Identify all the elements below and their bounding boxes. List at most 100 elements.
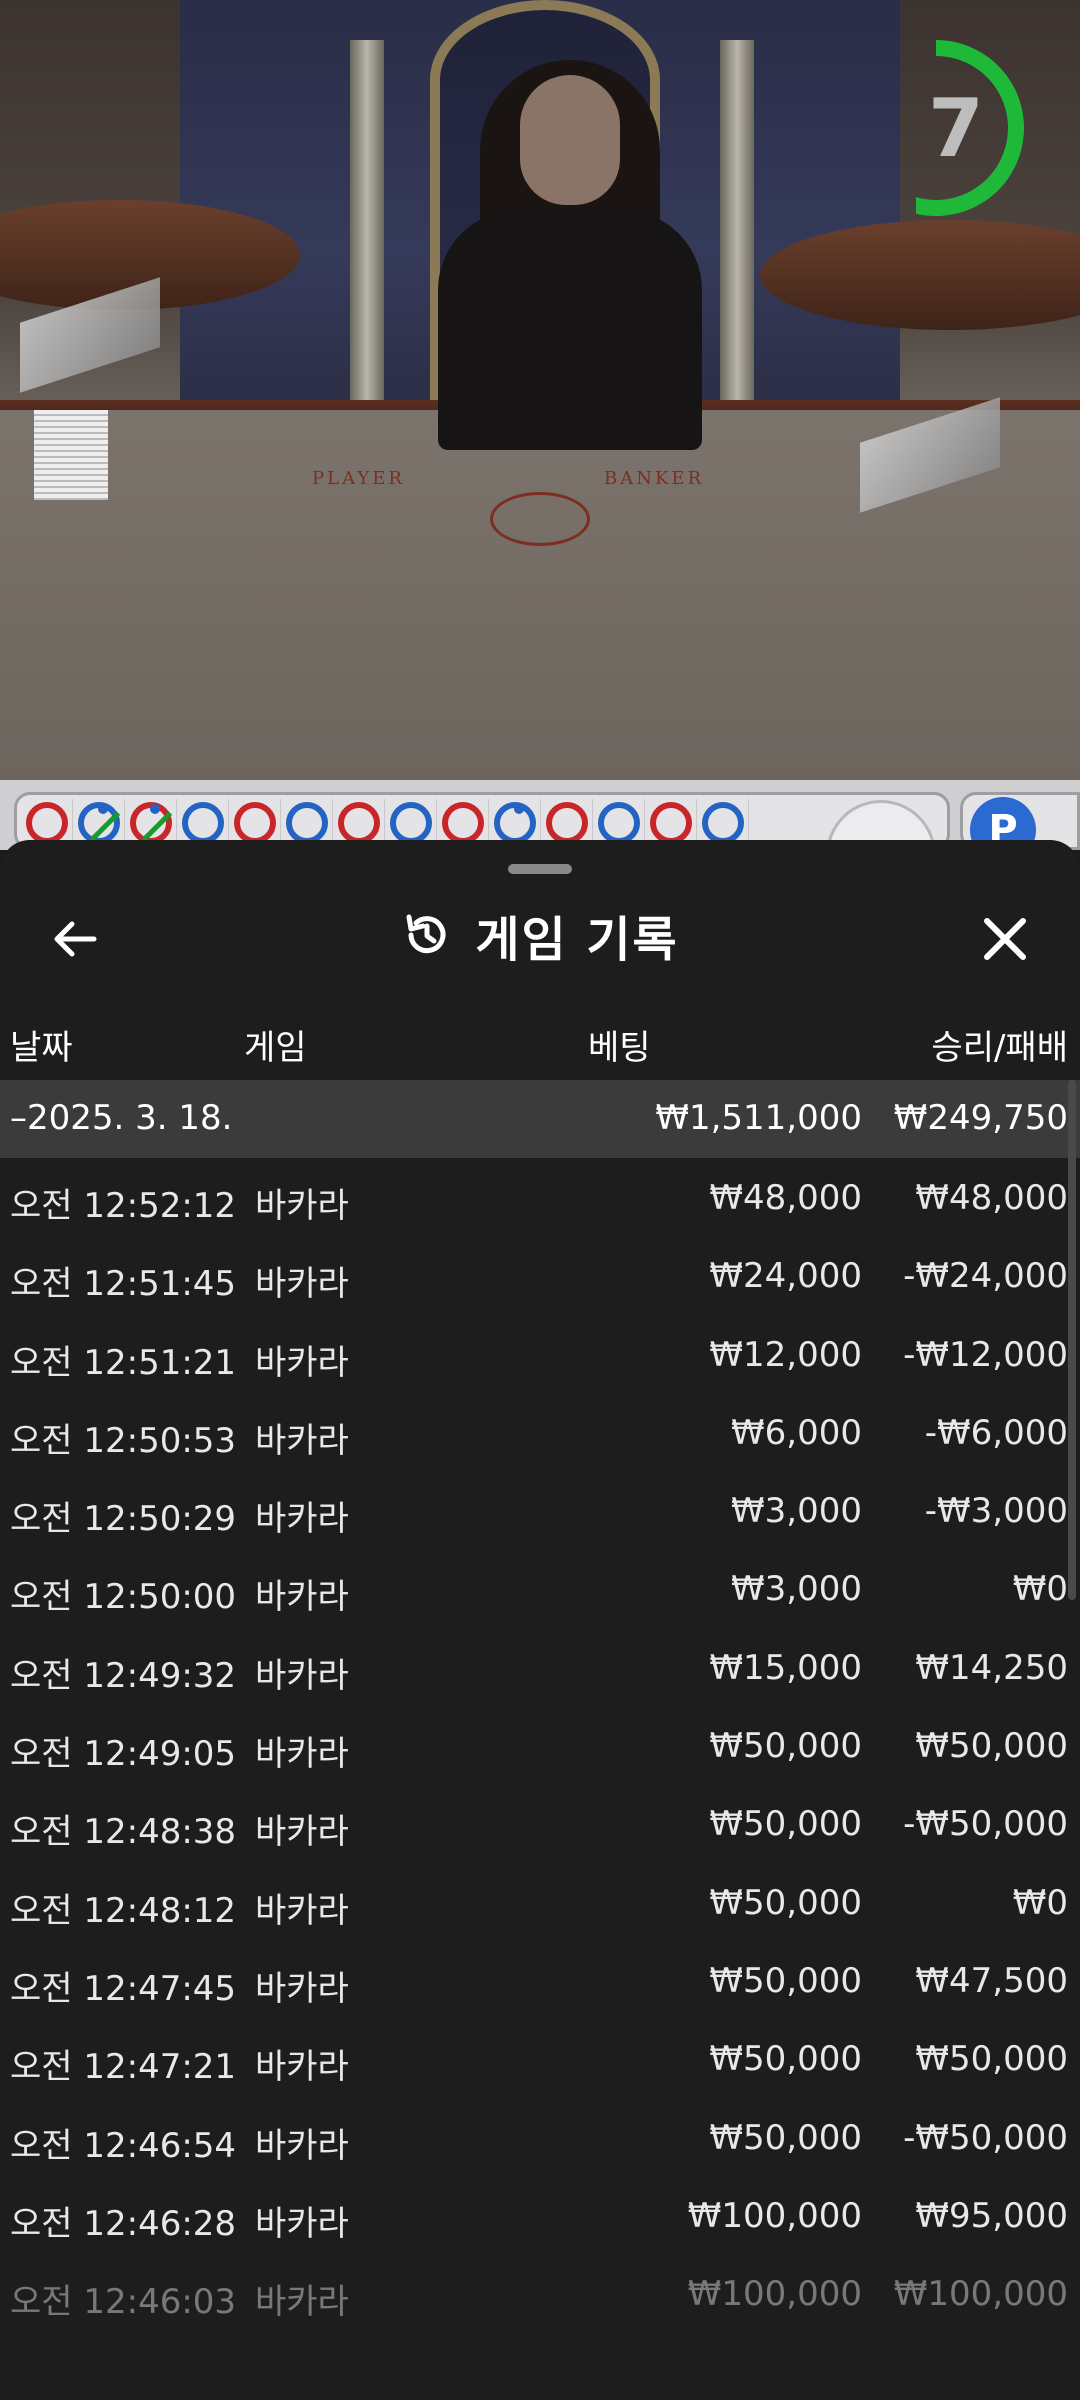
sheet-header: 게임 기록 — [0, 890, 1080, 980]
row-game: 바카라 — [255, 1342, 349, 1383]
history-row[interactable]: 오전 12:50:53 바카라 ₩6,000 -₩6,000 — [0, 1393, 1080, 1471]
player-bead — [701, 802, 744, 844]
row-game: 바카라 — [255, 1968, 349, 2009]
banker-bead — [441, 802, 484, 844]
row-result: -₩12,000 — [903, 1334, 1068, 1375]
history-row[interactable]: 오전 12:47:45 바카라 ₩50,000 ₩47,500 — [0, 1941, 1080, 2019]
row-bet: ₩50,000 — [709, 1960, 862, 2001]
row-time: 오전 12:46:28 — [10, 2203, 237, 2244]
banker-bead — [129, 802, 172, 844]
banker-bead — [233, 802, 276, 844]
row-time: 오전 12:50:53 — [10, 1420, 237, 1461]
column-bet: 베팅 — [588, 1028, 651, 1068]
row-result: ₩50,000 — [915, 1726, 1068, 1767]
card-stack — [34, 410, 108, 500]
row-bet: ₩6,000 — [731, 1412, 862, 1453]
column-date: 날짜 — [10, 1028, 73, 1068]
history-row[interactable]: 오전 12:49:32 바카라 ₩15,000 ₩14,250 — [0, 1628, 1080, 1706]
date-group-row[interactable]: –2025. 3. 18. ₩1,511,000 ₩249,750 — [0, 1080, 1080, 1158]
history-icon — [406, 914, 446, 954]
row-time: 오전 12:50:00 — [10, 1577, 237, 1618]
row-result: -₩6,000 — [924, 1412, 1068, 1453]
player-bead — [597, 802, 640, 844]
row-result: ₩48,000 — [915, 1178, 1068, 1218]
column-headers: 날짜 게임 베팅 승리/패배 — [0, 1012, 1080, 1072]
row-result: ₩50,000 — [915, 2039, 1068, 2080]
row-time: 오전 12:48:12 — [10, 1890, 237, 1931]
row-time: 오전 12:49:05 — [10, 1734, 237, 1775]
row-game: 바카라 — [255, 1186, 349, 1226]
row-game: 바카라 — [255, 2282, 349, 2323]
felt-player-label: PLAYER — [312, 468, 405, 489]
felt-banker-label: BANKER — [604, 468, 705, 489]
row-bet: ₩50,000 — [709, 1804, 862, 1845]
tie-mark — [141, 811, 172, 842]
pair-dot — [513, 804, 524, 814]
history-row[interactable]: 오전 12:51:45 바카라 ₩24,000 -₩24,000 — [0, 1236, 1080, 1314]
live-video: PLAYER BANKER 7 — [0, 0, 1080, 780]
row-game: 바카라 — [255, 1420, 349, 1461]
column-game: 게임 — [244, 1028, 307, 1068]
group-bet-total: ₩1,511,000 — [655, 1098, 862, 1138]
banker-bead — [337, 802, 380, 844]
row-bet: ₩50,000 — [709, 1726, 862, 1767]
history-row[interactable]: 오전 12:48:38 바카라 ₩50,000 -₩50,000 — [0, 1784, 1080, 1862]
game-history-sheet: 게임 기록 날짜 게임 베팅 승리/패배 –2025. 3. 18. ₩1,51… — [0, 840, 1080, 2400]
row-time: 오전 12:47:21 — [10, 2047, 237, 2088]
row-bet: ₩100,000 — [687, 2195, 862, 2236]
row-game: 바카라 — [255, 1499, 349, 1540]
history-row[interactable]: 오전 12:51:21 바카라 ₩12,000 -₩12,000 — [0, 1315, 1080, 1393]
row-time: 오전 12:47:45 — [10, 1968, 237, 2009]
row-result: -₩24,000 — [903, 1256, 1068, 1297]
row-result: ₩47,500 — [915, 1960, 1068, 2001]
row-bet: ₩24,000 — [709, 1256, 862, 1297]
history-row[interactable]: 오전 12:49:05 바카라 ₩50,000 ₩50,000 — [0, 1706, 1080, 1784]
back-button[interactable] — [40, 904, 110, 974]
row-bet: ₩100,000 — [687, 2274, 862, 2315]
banker-bead — [649, 802, 692, 844]
sheet-title: 게임 기록 — [475, 912, 679, 968]
history-row[interactable]: 오전 12:50:29 바카라 ₩3,000 -₩3,000 — [0, 1471, 1080, 1549]
row-result: ₩14,250 — [915, 1647, 1068, 1688]
close-button[interactable] — [970, 904, 1040, 974]
row-game: 바카라 — [255, 2047, 349, 2088]
pillar-right — [720, 40, 754, 420]
sheet-drag-handle[interactable] — [508, 864, 572, 874]
pillar-left — [350, 40, 384, 420]
history-list: 오전 12:52:12 바카라 ₩48,000 ₩48,000 오전 12:51:45 바… — [0, 1158, 1080, 2332]
column-win-loss: 승리/패배 — [931, 1028, 1068, 1068]
row-game: 바카라 — [255, 1890, 349, 1931]
title-group: 게임 기록 — [0, 890, 1080, 980]
row-result: -₩50,000 — [903, 2117, 1068, 2158]
player-bead — [181, 802, 224, 844]
bet-timer: 7 — [908, 38, 1038, 218]
row-result: ₩100,000 — [893, 2274, 1068, 2315]
history-row[interactable]: 오전 12:48:12 바카라 ₩50,000 ₩0 — [0, 1863, 1080, 1941]
history-row[interactable]: 오전 12:46:03 바카라 ₩100,000 ₩100,000 — [0, 2254, 1080, 2332]
row-game: 바카라 — [255, 2203, 349, 2244]
banker-bead — [545, 802, 588, 844]
history-row[interactable]: 오전 12:47:21 바카라 ₩50,000 ₩50,000 — [0, 2019, 1080, 2097]
scrollbar[interactable] — [1068, 1080, 1076, 1600]
dealer-face — [520, 75, 620, 205]
row-game: 바카라 — [255, 1655, 349, 1696]
row-result: -₩3,000 — [924, 1491, 1068, 1532]
history-row[interactable]: 오전 12:50:00 바카라 ₩3,000 ₩0 — [0, 1549, 1080, 1627]
row-game: 바카라 — [255, 1734, 349, 1775]
tie-mark — [89, 811, 120, 842]
history-row[interactable]: 오전 12:52:12 바카라 ₩48,000 ₩48,000 — [0, 1158, 1080, 1236]
row-bet: ₩50,000 — [709, 2039, 862, 2080]
row-time: 오전 12:48:38 — [10, 1812, 237, 1853]
row-time: 오전 12:51:45 — [10, 1264, 237, 1305]
row-time: 오전 12:52:12 — [10, 1186, 237, 1226]
row-time: 오전 12:46:54 — [10, 2125, 237, 2166]
history-row[interactable]: 오전 12:46:28 바카라 ₩100,000 ₩95,000 — [0, 2176, 1080, 2254]
history-row[interactable]: 오전 12:46:54 바카라 ₩50,000 -₩50,000 — [0, 2098, 1080, 2176]
row-result: ₩0 — [1012, 1569, 1068, 1610]
row-game: 바카라 — [255, 2125, 349, 2166]
pair-dot — [97, 804, 108, 814]
app-root: PLAYER BANKER 7 P 게임 기록 날짜 게임 베팅 승리/패배 –… — [0, 0, 1080, 2400]
row-bet: ₩12,000 — [709, 1334, 862, 1375]
group-date: –2025. 3. 18. — [10, 1098, 233, 1138]
row-game: 바카라 — [255, 1264, 349, 1305]
